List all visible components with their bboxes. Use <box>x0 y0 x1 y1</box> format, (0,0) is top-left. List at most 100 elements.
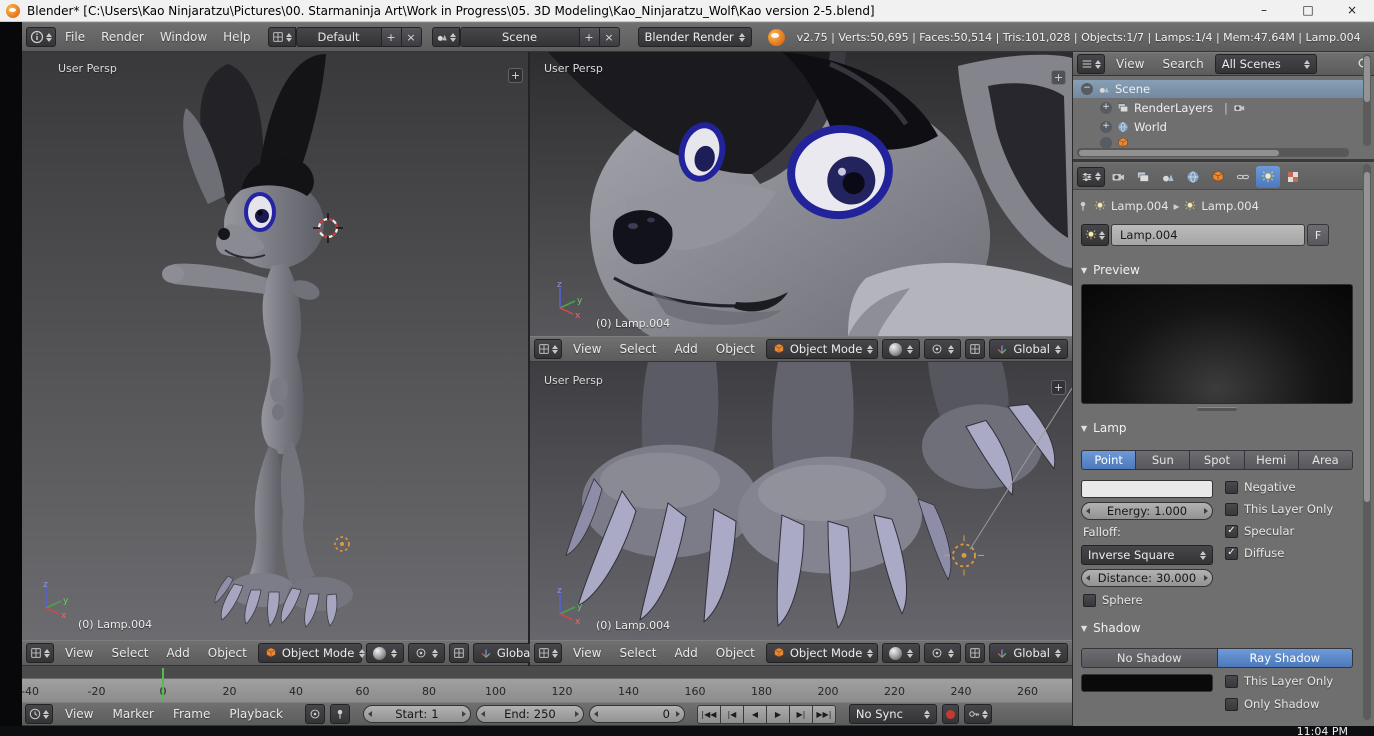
editor-type-button[interactable] <box>534 339 562 359</box>
disclosure-toggle[interactable]: − <box>1081 83 1093 95</box>
sphere-checkbox[interactable] <box>1083 593 1096 607</box>
play-reverse-button[interactable]: ◀ <box>742 704 767 724</box>
fake-user-button[interactable]: F <box>1307 224 1329 246</box>
playback-menu[interactable]: Playback <box>222 707 290 721</box>
datablock-name-field[interactable]: Lamp.004 <box>1111 224 1305 246</box>
shadow-this-layer-only-checkbox[interactable] <box>1225 674 1238 688</box>
select-menu[interactable]: Select <box>104 646 155 660</box>
object-menu[interactable]: Object <box>709 646 762 660</box>
region-expand-handle[interactable]: + <box>1051 70 1066 85</box>
snap-button[interactable] <box>448 643 469 663</box>
render-engine-dropdown[interactable]: Blender Render <box>637 27 752 47</box>
view-menu[interactable]: View <box>58 707 100 721</box>
breadcrumb-data[interactable]: Lamp.004 <box>1201 199 1259 213</box>
outliner-horizontal-scrollbar[interactable] <box>1077 148 1349 157</box>
this-layer-only-checkbox[interactable] <box>1225 502 1238 516</box>
frame-start-field[interactable]: Start: 1 <box>362 705 471 723</box>
add-menu[interactable]: Add <box>668 342 705 356</box>
window-menu[interactable]: Window <box>153 30 214 44</box>
ray-shadow-button[interactable]: Ray Shadow <box>1217 648 1353 668</box>
select-menu[interactable]: Select <box>612 342 663 356</box>
timeline-ruler[interactable]: -40-200204060801001201401601802002202402… <box>22 678 1072 702</box>
orientation-dropdown[interactable]: Global <box>989 339 1068 359</box>
add-menu[interactable]: Add <box>160 646 197 660</box>
viewport-bottom-right[interactable]: User Persp (0) Lamp.004 z y x + <box>530 362 1072 640</box>
lamp-type-point[interactable]: Point <box>1081 450 1137 470</box>
disclosure-toggle[interactable]: + <box>1100 121 1112 133</box>
disclosure-toggle[interactable]: + <box>1100 102 1112 114</box>
pivot-point-dropdown[interactable] <box>407 643 445 663</box>
lamp-color-swatch[interactable] <box>1081 480 1213 498</box>
viewport-shading-dropdown[interactable] <box>882 643 921 663</box>
help-menu[interactable]: Help <box>216 30 257 44</box>
keying-set-button[interactable] <box>963 704 992 724</box>
outliner-row-scene[interactable]: − Scene <box>1073 80 1363 98</box>
jump-to-end-button[interactable]: ▶▶| <box>811 704 836 724</box>
lamp-type-sun[interactable]: Sun <box>1136 450 1191 470</box>
lamp-type-hemi[interactable]: Hemi <box>1244 450 1299 470</box>
scene-browse-button[interactable] <box>431 27 460 47</box>
view-menu[interactable]: View <box>58 646 100 660</box>
orientation-dropdown[interactable]: Global <box>989 643 1068 663</box>
current-frame-field[interactable]: 0 <box>588 705 685 723</box>
tab-world[interactable] <box>1181 166 1205 188</box>
close-button[interactable]: × <box>1330 0 1374 22</box>
mode-dropdown[interactable]: Object Mode <box>257 643 366 663</box>
scrollbar-thumb[interactable] <box>1364 56 1370 102</box>
only-shadow-checkbox[interactable] <box>1225 697 1238 711</box>
scrollbar-thumb[interactable] <box>1079 149 1279 156</box>
preview-range-button[interactable] <box>304 704 325 724</box>
frame-end-field[interactable]: End: 250 <box>475 705 584 723</box>
tab-object-data[interactable] <box>1256 165 1280 188</box>
outliner-vertical-scrollbar[interactable] <box>1363 54 1371 146</box>
outliner-row-partial[interactable] <box>1073 137 1363 148</box>
scrollbar-thumb[interactable] <box>1364 172 1370 502</box>
outliner-search-menu[interactable]: Search <box>1155 57 1210 71</box>
view-menu[interactable]: View <box>566 646 608 660</box>
lamp-type-area[interactable]: Area <box>1298 450 1354 470</box>
tab-render-layers[interactable] <box>1131 166 1155 188</box>
editor-type-button[interactable] <box>25 704 53 724</box>
add-screen-button[interactable]: + <box>381 27 402 47</box>
no-shadow-button[interactable]: No Shadow <box>1081 648 1218 668</box>
marker-menu[interactable]: Marker <box>105 707 160 721</box>
current-frame-playhead[interactable] <box>162 668 164 702</box>
object-menu[interactable]: Object <box>709 342 762 356</box>
frame-menu[interactable]: Frame <box>166 707 217 721</box>
record-button[interactable] <box>941 704 959 724</box>
editor-type-button[interactable] <box>534 643 562 663</box>
viewport-shading-dropdown[interactable] <box>365 643 404 663</box>
editor-type-button-info[interactable] <box>26 27 56 47</box>
lock-frame-button[interactable] <box>329 704 350 724</box>
tab-scene[interactable] <box>1156 166 1180 188</box>
pivot-point-dropdown[interactable] <box>924 643 962 663</box>
select-menu[interactable]: Select <box>612 646 663 660</box>
minimize-button[interactable]: – <box>1242 0 1286 22</box>
viewport-shading-dropdown[interactable] <box>882 339 921 359</box>
editor-type-button[interactable] <box>26 643 54 663</box>
falloff-dropdown[interactable]: Inverse Square <box>1081 545 1213 565</box>
tab-render[interactable] <box>1106 166 1130 188</box>
mode-dropdown[interactable]: Object Mode <box>765 339 879 359</box>
outliner-view-menu[interactable]: View <box>1109 57 1151 71</box>
outliner-filter-dropdown[interactable]: All Scenes <box>1214 54 1317 74</box>
disclosure-toggle[interactable] <box>1100 137 1112 148</box>
screen-layout-browse-button[interactable] <box>267 27 296 47</box>
shadow-color-swatch[interactable] <box>1081 674 1213 692</box>
viewport-top-right[interactable]: User Persp (0) Lamp.004 z y x + <box>530 52 1072 336</box>
delete-screen-button[interactable]: × <box>401 27 422 47</box>
add-menu[interactable]: Add <box>668 646 705 660</box>
editor-type-button[interactable] <box>1077 54 1105 74</box>
viewport-left[interactable]: User Persp (0) Lamp.004 z y x + <box>22 52 528 640</box>
editor-divider[interactable] <box>1073 159 1374 162</box>
render-menu[interactable]: Render <box>94 30 151 44</box>
region-expand-handle[interactable]: + <box>1051 380 1066 395</box>
shadow-panel-header[interactable]: ▼ Shadow <box>1073 618 1367 638</box>
render-result-icon[interactable] <box>1233 102 1245 114</box>
breadcrumb-object[interactable]: Lamp.004 <box>1111 199 1169 213</box>
previous-keyframe-button[interactable]: |◀ <box>719 704 744 724</box>
sync-dropdown[interactable]: No Sync <box>848 704 937 724</box>
view-menu[interactable]: View <box>566 342 608 356</box>
preview-panel-header[interactable]: ▼ Preview <box>1073 260 1367 280</box>
tab-texture[interactable] <box>1281 166 1305 188</box>
